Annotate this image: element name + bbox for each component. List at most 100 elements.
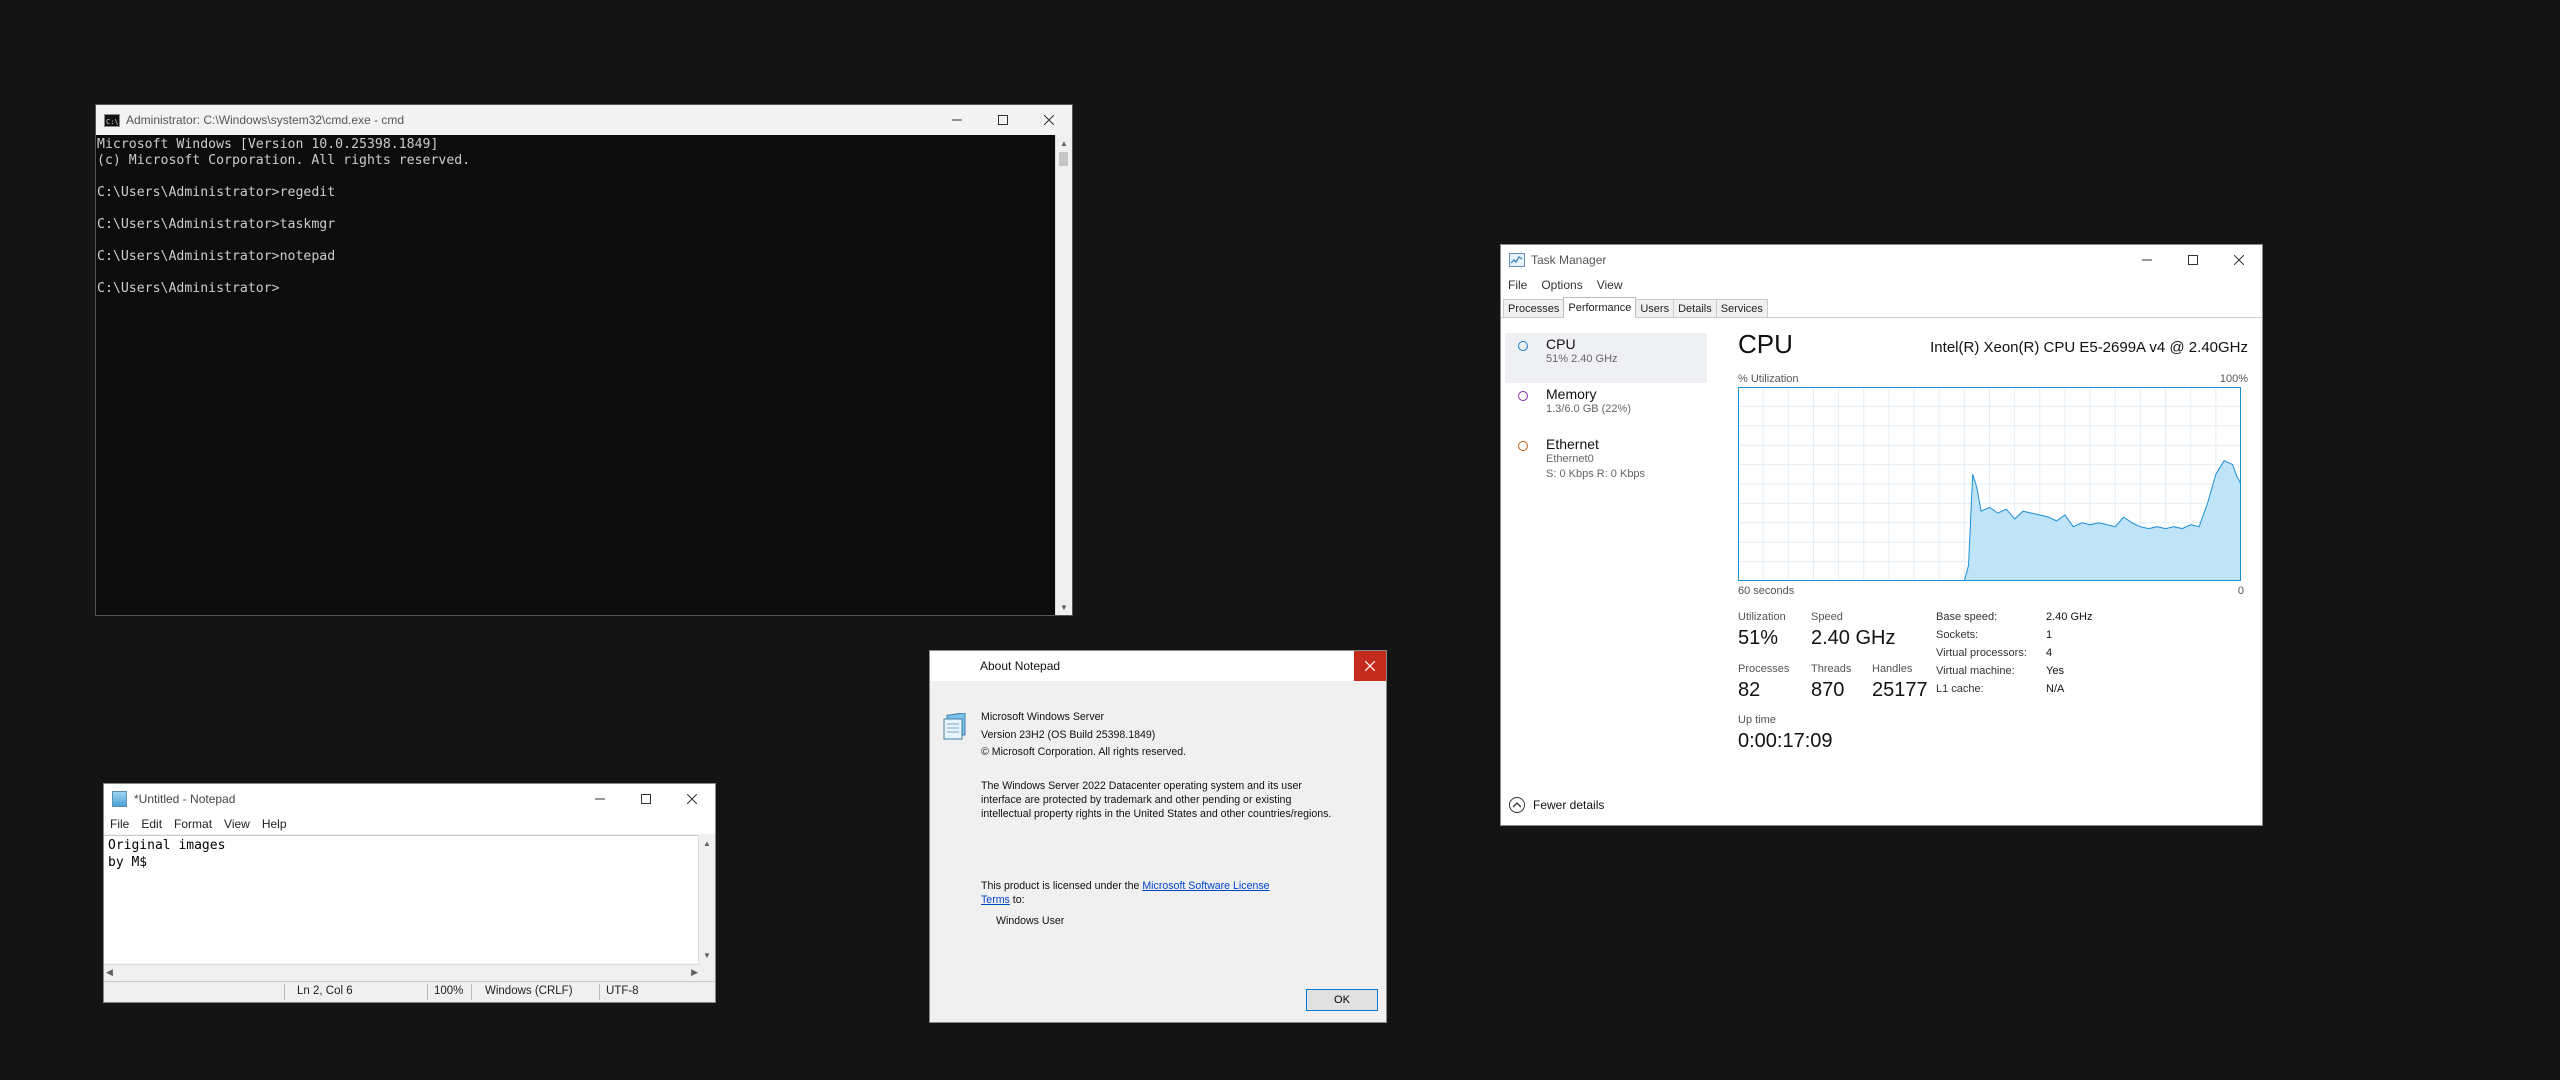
- menu-format[interactable]: Format: [168, 817, 218, 831]
- close-icon: [1044, 115, 1054, 125]
- maximize-icon: [998, 115, 1008, 125]
- processes-value: 82: [1738, 679, 1761, 701]
- console-line: C:\Users\Administrator>notepad: [97, 249, 336, 264]
- scroll-up-icon[interactable]: ▲: [1056, 135, 1072, 151]
- scroll-down-icon[interactable]: ▼: [699, 947, 715, 963]
- utilization-label: Utilization: [1738, 611, 1786, 623]
- tab-processes[interactable]: Processes: [1503, 299, 1565, 317]
- notepad-logo-icon: [942, 712, 966, 740]
- chart-axis-right: 0: [2237, 585, 2244, 597]
- minimize-button[interactable]: [577, 784, 623, 814]
- resource-detail: Ethernet0: [1546, 453, 1594, 465]
- menu-view[interactable]: View: [1590, 278, 1630, 292]
- text-editor[interactable]: Original images by M$: [104, 835, 700, 963]
- vertical-scrollbar[interactable]: ▲ ▼: [698, 835, 715, 963]
- notepad-window: *Untitled - Notepad File Edit Format Vie…: [103, 783, 716, 1003]
- resource-detail: 1.3/6.0 GB (22%): [1546, 403, 1631, 415]
- menu-edit[interactable]: Edit: [135, 817, 168, 831]
- processes-label: Processes: [1738, 663, 1790, 675]
- handles-value: 25177: [1872, 679, 1928, 701]
- license-terms-link-cont[interactable]: Terms: [981, 894, 1010, 906]
- chevron-up-icon: [1509, 797, 1525, 813]
- tab-services[interactable]: Services: [1715, 299, 1768, 317]
- close-button[interactable]: [1026, 105, 1072, 135]
- horizontal-scrollbar[interactable]: ◀ ▶: [104, 964, 700, 981]
- menu-view[interactable]: View: [218, 817, 256, 831]
- cmd-titlebar[interactable]: C:\ Administrator: C:\Windows\system32\c…: [96, 105, 1072, 135]
- resource-item-cpu[interactable]: CPU 51% 2.40 GHz: [1505, 333, 1707, 383]
- console-output[interactable]: Microsoft Windows [Version 10.0.25398.18…: [96, 135, 1056, 615]
- taskmgr-tabs: Processes Performance Users Details Serv…: [1503, 297, 1768, 318]
- cmd-title: Administrator: C:\Windows\system32\cmd.e…: [126, 113, 405, 127]
- console-line: C:\Users\Administrator>: [97, 281, 280, 296]
- cursor-position: Ln 2, Col 6: [297, 985, 353, 997]
- resource-detail: 51% 2.40 GHz: [1546, 353, 1618, 365]
- svg-text:C:\: C:\: [106, 118, 119, 126]
- scroll-up-icon[interactable]: ▲: [699, 835, 715, 851]
- tab-users[interactable]: Users: [1635, 299, 1675, 317]
- close-icon: [1365, 661, 1375, 671]
- taskmgr-title: Task Manager: [1531, 253, 1607, 267]
- resource-item-memory[interactable]: Memory 1.3/6.0 GB (22%): [1505, 383, 1707, 433]
- vertical-scrollbar[interactable]: ▲ ▼: [1055, 135, 1072, 615]
- menu-options[interactable]: Options: [1534, 278, 1589, 292]
- scroll-thumb[interactable]: [1059, 152, 1068, 166]
- menu-help[interactable]: Help: [256, 817, 293, 831]
- detail-key: L1 cache:: [1936, 683, 1984, 695]
- minimize-button[interactable]: [2124, 245, 2170, 275]
- maximize-icon: [641, 794, 651, 804]
- cpu-model: Intel(R) Xeon(R) CPU E5-2699A v4 @ 2.40G…: [1930, 339, 2248, 356]
- chart-ylabel: % Utilization: [1738, 373, 1799, 385]
- cpu-utilization-chart: [1738, 387, 2241, 581]
- uptime-value: 0:00:17:09: [1738, 730, 1833, 752]
- console-line: C:\Users\Administrator>regedit: [97, 185, 336, 200]
- license-terms-link[interactable]: Microsoft Software License: [1142, 880, 1269, 892]
- ok-button[interactable]: OK: [1306, 989, 1378, 1011]
- close-button[interactable]: [669, 784, 715, 814]
- handles-label: Handles: [1872, 663, 1913, 675]
- cmd-icon: C:\: [104, 113, 120, 127]
- console-line: C:\Users\Administrator>taskmgr: [97, 217, 336, 232]
- cpu-performance-panel: CPU Intel(R) Xeon(R) CPU E5-2699A v4 @ 2…: [1738, 329, 2248, 769]
- resource-item-ethernet[interactable]: Ethernet Ethernet0 S: 0 Kbps R: 0 Kbps: [1505, 433, 1707, 493]
- license-to-text: to:: [1009, 893, 1025, 906]
- memory-status-icon: [1518, 391, 1528, 401]
- legal-text-3: intellectual property rights in the Unit…: [981, 807, 1332, 820]
- zoom-level: 100%: [434, 985, 464, 997]
- maximize-button[interactable]: [2170, 245, 2216, 275]
- minimize-button[interactable]: [934, 105, 980, 135]
- detail-key: Base speed:: [1936, 611, 1998, 623]
- about-notepad-dialog: About Notepad Microsoft Windows Server V…: [929, 650, 1387, 1023]
- tab-performance[interactable]: Performance: [1563, 297, 1637, 318]
- speed-value: 2.40 GHz: [1811, 627, 1896, 649]
- product-name: Microsoft Windows Server: [981, 711, 1105, 723]
- close-button[interactable]: [1354, 651, 1386, 681]
- about-titlebar[interactable]: About Notepad: [930, 651, 1386, 681]
- minimize-icon: [2142, 259, 2152, 261]
- maximize-icon: [2188, 255, 2198, 265]
- minimize-icon: [595, 798, 605, 800]
- tab-details[interactable]: Details: [1673, 299, 1717, 317]
- maximize-button[interactable]: [623, 784, 669, 814]
- minimize-icon: [952, 119, 962, 121]
- menu-file[interactable]: File: [104, 817, 135, 831]
- fewer-details-button[interactable]: Fewer details: [1509, 797, 1604, 813]
- version-text: Version 23H2 (OS Build 25398.1849): [981, 728, 1156, 741]
- close-icon: [687, 794, 697, 804]
- notepad-icon: [112, 791, 127, 807]
- scroll-right-icon[interactable]: ▶: [691, 967, 698, 978]
- speed-label: Speed: [1811, 611, 1843, 623]
- menu-file[interactable]: File: [1501, 278, 1534, 292]
- cpu-heading: CPU: [1738, 329, 1793, 359]
- taskmgr-icon: [1509, 253, 1525, 267]
- scroll-down-icon[interactable]: ▼: [1056, 599, 1072, 615]
- scroll-left-icon[interactable]: ◀: [106, 967, 113, 978]
- maximize-button[interactable]: [980, 105, 1026, 135]
- encoding: UTF-8: [606, 985, 639, 997]
- task-manager-window: Task Manager File Options View Processes…: [1500, 244, 2263, 826]
- detail-key: Virtual machine:: [1936, 665, 2015, 677]
- close-button[interactable]: [2216, 245, 2262, 275]
- resource-name: Memory: [1546, 386, 1597, 402]
